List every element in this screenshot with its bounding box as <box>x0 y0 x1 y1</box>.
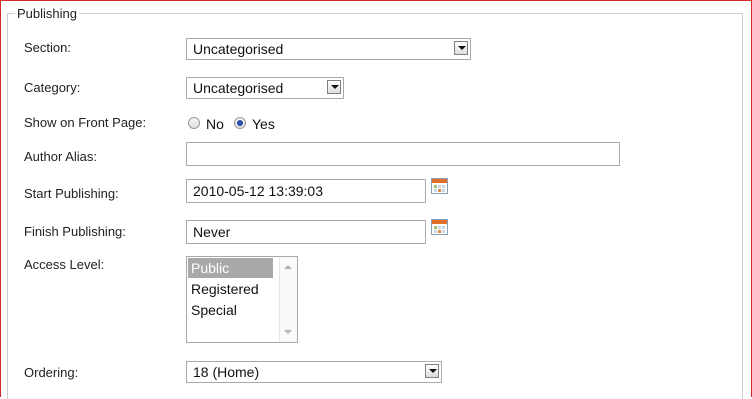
chevron-down-icon[interactable] <box>454 41 468 55</box>
category-select[interactable]: Uncategorised <box>186 77 344 99</box>
access-level-option-public[interactable]: Public <box>188 258 273 278</box>
section-select-value: Uncategorised <box>193 41 284 57</box>
front-page-option-yes: Yes <box>252 116 275 132</box>
category-select-value: Uncategorised <box>193 80 284 96</box>
author-alias-label: Author Alias: <box>24 149 97 164</box>
section-select[interactable]: Uncategorised <box>186 38 471 60</box>
ordering-label: Ordering: <box>24 365 79 380</box>
finish-publishing-label: Finish Publishing: <box>24 224 126 239</box>
fieldset-legend: Publishing <box>15 6 79 21</box>
access-level-option-special[interactable]: Special <box>188 300 237 320</box>
scroll-down-icon[interactable] <box>284 330 292 334</box>
calendar-icon[interactable] <box>431 219 448 235</box>
calendar-icon[interactable] <box>431 178 448 194</box>
front-page-label: Show on Front Page: <box>24 115 147 130</box>
chevron-down-icon[interactable] <box>327 80 341 94</box>
start-publishing-input[interactable]: 2010-05-12 13:39:03 <box>186 179 426 203</box>
chevron-down-icon[interactable] <box>425 364 439 378</box>
front-page-radio-no[interactable] <box>188 117 200 129</box>
access-level-label: Access Level: <box>24 257 105 272</box>
section-label: Section: <box>24 40 71 55</box>
publishing-fieldset <box>7 13 743 399</box>
ordering-select-value: 18 (Home) <box>193 364 260 380</box>
access-level-listbox[interactable]: Public Registered Special <box>186 256 298 343</box>
finish-publishing-input[interactable]: Never <box>186 220 426 244</box>
access-level-option-registered[interactable]: Registered <box>188 279 259 299</box>
author-alias-input[interactable] <box>186 142 620 166</box>
category-label: Category: <box>24 80 81 95</box>
scroll-up-icon[interactable] <box>284 265 292 269</box>
start-publishing-label: Start Publishing: <box>24 186 119 201</box>
listbox-scrollbar[interactable] <box>279 257 297 342</box>
ordering-select[interactable]: 18 (Home) <box>186 361 442 383</box>
front-page-radio-yes[interactable] <box>234 117 246 129</box>
front-page-option-no: No <box>206 116 224 132</box>
